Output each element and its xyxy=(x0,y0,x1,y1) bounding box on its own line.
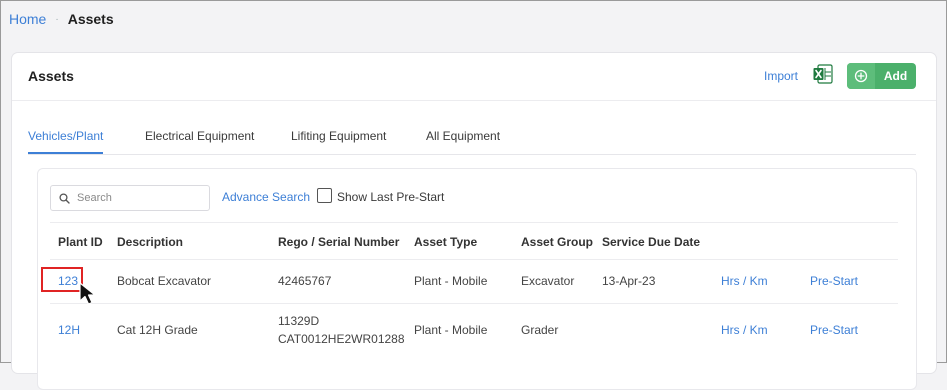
app-frame: Home · Assets Assets Import Add Vehicles… xyxy=(0,0,947,390)
column-header-service-due-date[interactable]: Service Due Date xyxy=(602,235,700,249)
hrs-km-link[interactable]: Hrs / Km xyxy=(721,323,768,337)
search-box[interactable] xyxy=(50,185,210,211)
active-tab-indicator xyxy=(28,152,103,154)
page-title: Assets xyxy=(28,68,74,84)
breadcrumb-home-link[interactable]: Home xyxy=(9,11,46,27)
plus-circle-icon xyxy=(847,63,875,89)
description-cell: Cat 12H Grade xyxy=(117,323,198,337)
column-header-description[interactable]: Description xyxy=(117,235,183,249)
rego-cell: 42465767 xyxy=(278,274,332,288)
show-last-prestart-checkbox[interactable] xyxy=(317,188,332,203)
table-row: 123 Bobcat Excavator 42465767 Plant - Mo… xyxy=(50,259,898,304)
show-last-prestart-label: Show Last Pre-Start xyxy=(337,190,445,204)
description-cell: Bobcat Excavator xyxy=(117,274,212,288)
advance-search-link[interactable]: Advance Search xyxy=(222,190,310,204)
service-due-cell: 13-Apr-23 xyxy=(602,274,656,288)
tab-electrical-equipment[interactable]: Electrical Equipment xyxy=(145,129,254,143)
rego-cell-line1: 11329D xyxy=(278,314,320,328)
hrs-km-link[interactable]: Hrs / Km xyxy=(721,274,768,288)
import-link[interactable]: Import xyxy=(764,69,798,83)
table-row: 12H Cat 12H Grade 11329D CAT0012HE2WR012… xyxy=(50,304,898,356)
add-button[interactable]: Add xyxy=(847,63,916,89)
asset-tabs: Vehicles/Plant Electrical Equipment Lifi… xyxy=(28,125,916,155)
asset-type-cell: Plant - Mobile xyxy=(414,274,488,288)
assets-table-panel: Advance Search Show Last Pre-Start Plant… xyxy=(37,168,917,390)
assets-card: Assets Import Add Vehicles/Plant Electri… xyxy=(12,53,936,390)
column-header-asset-type[interactable]: Asset Type xyxy=(414,235,477,249)
prestart-link[interactable]: Pre-Start xyxy=(810,323,858,337)
breadcrumb-separator: · xyxy=(55,13,59,25)
card-header: Assets Import Add xyxy=(12,53,936,101)
tab-all-equipment[interactable]: All Equipment xyxy=(426,129,500,143)
highlight-box xyxy=(41,267,83,292)
column-header-plant-id[interactable]: Plant ID xyxy=(58,235,103,249)
search-icon xyxy=(59,192,70,204)
search-input[interactable] xyxy=(75,191,209,205)
prestart-link[interactable]: Pre-Start xyxy=(810,274,858,288)
rego-cell-line2: CAT0012HE2WR01288 xyxy=(278,332,405,346)
table-header: Plant ID Description Rego / Serial Numbe… xyxy=(50,222,898,260)
breadcrumb: Home · Assets xyxy=(9,11,114,27)
tab-vehicles-plant[interactable]: Vehicles/Plant xyxy=(28,129,103,143)
add-button-label: Add xyxy=(883,69,908,83)
column-header-rego[interactable]: Rego / Serial Number xyxy=(278,235,399,249)
tab-lifting-equipment[interactable]: Lifiting Equipment xyxy=(291,129,386,143)
plant-id-link[interactable]: 12H xyxy=(58,323,80,337)
asset-group-cell: Grader xyxy=(521,323,559,337)
breadcrumb-current: Assets xyxy=(67,11,114,27)
asset-type-cell: Plant - Mobile xyxy=(414,323,488,337)
mouse-pointer-icon xyxy=(78,281,102,307)
column-header-asset-group[interactable]: Asset Group xyxy=(521,235,593,249)
excel-icon[interactable] xyxy=(813,64,833,84)
asset-group-cell: Excavator xyxy=(521,274,575,288)
